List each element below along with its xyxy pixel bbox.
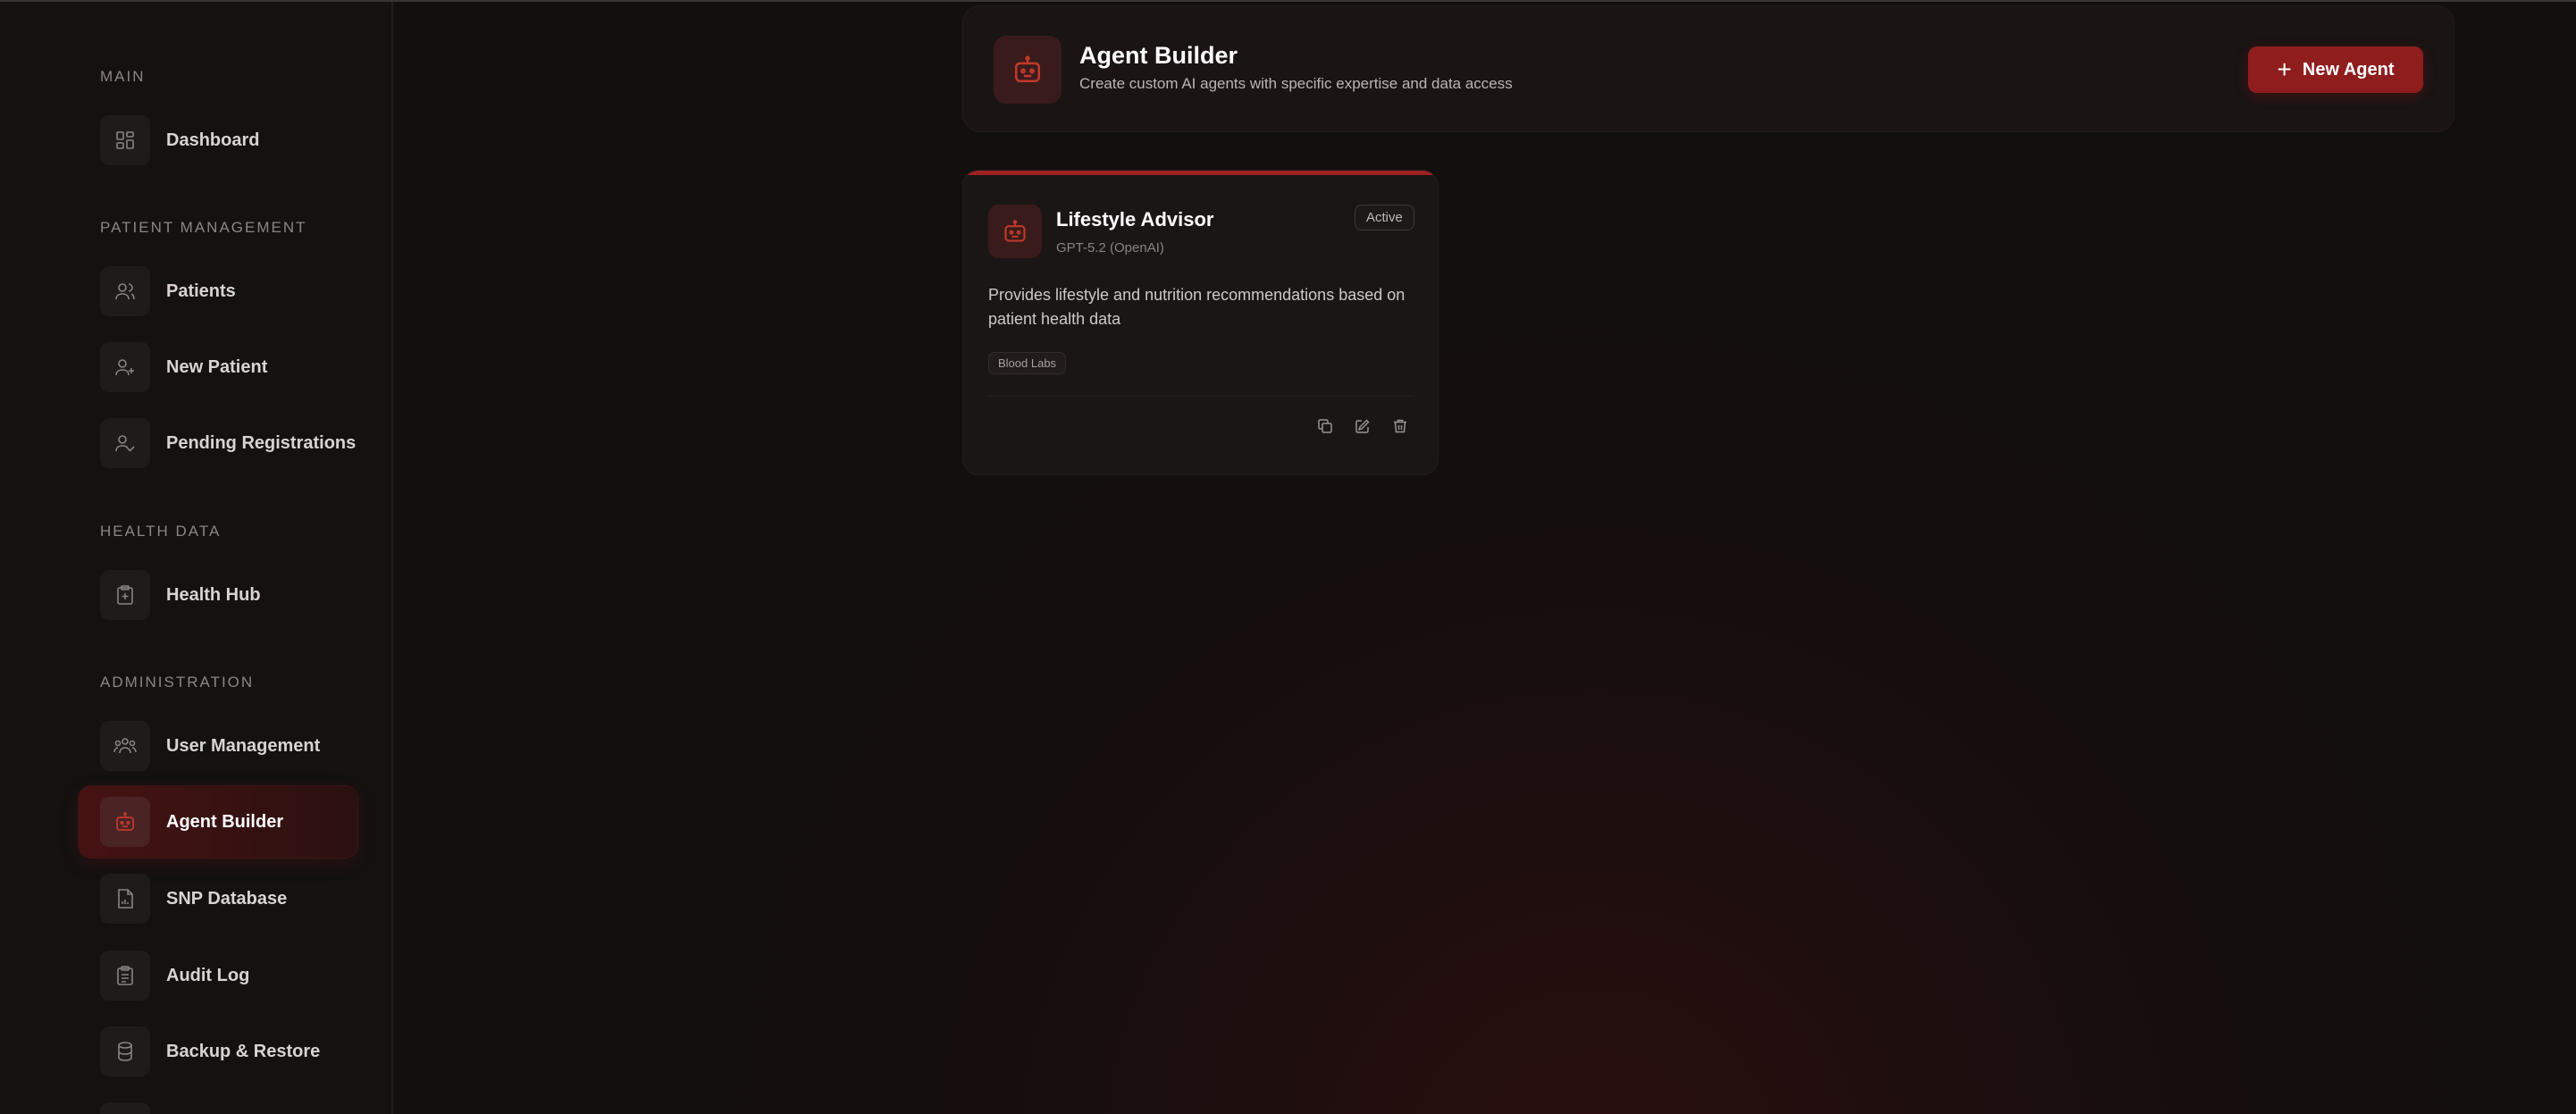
card-divider — [988, 396, 1414, 397]
dashboard-icon — [100, 115, 150, 165]
section-label-patient-management: PATIENT MANAGEMENT — [100, 219, 307, 236]
agent-name: Lifestyle Advisor — [1056, 208, 1214, 230]
user-plus-icon — [100, 342, 150, 392]
sidebar-item-patients[interactable]: Patients — [79, 255, 357, 327]
sidebar-item-label: Audit Log — [166, 965, 250, 985]
sidebar-item-snp-database[interactable]: SNP Database — [79, 863, 357, 934]
copy-icon[interactable] — [1313, 414, 1338, 439]
sidebar-item-label: Dashboard — [166, 130, 260, 150]
sidebar: MAIN Dashboard PATIENT MANAGEMENT Patien… — [0, 2, 393, 1114]
bot-icon — [994, 36, 1061, 104]
sidebar-item-label: Patients — [166, 281, 236, 301]
page-subtitle: Create custom AI agents with specific ex… — [1079, 75, 1513, 92]
plus-icon: + — [2277, 55, 2292, 83]
data-source-tag: Blood Labs — [988, 352, 1067, 374]
sidebar-item-audit-log[interactable]: Audit Log — [79, 940, 357, 1011]
sidebar-item-label: Health Hub — [166, 584, 261, 605]
agent-model: GPT-5.2 (OpenAI) — [1056, 240, 1164, 255]
sidebar-item-user-management[interactable]: User Management — [79, 710, 357, 782]
sidebar-item-new-patient[interactable]: New Patient — [79, 331, 357, 403]
page-title: Agent Builder — [1079, 42, 1238, 69]
file-data-icon — [100, 874, 150, 924]
sidebar-item-agent-builder[interactable]: Agent Builder — [79, 786, 357, 858]
sidebar-item-partial[interactable] — [79, 1092, 357, 1114]
sidebar-item-backup-restore[interactable]: Backup & Restore — [79, 1016, 357, 1087]
sidebar-item-label: Pending Registrations — [166, 432, 357, 453]
user-check-icon — [100, 418, 150, 468]
card-accent-bar — [963, 171, 1438, 175]
clipboard-heart-icon — [100, 570, 150, 620]
new-agent-label: New Agent — [2302, 59, 2395, 80]
sidebar-item-label: User Management — [166, 735, 321, 756]
bot-icon — [988, 205, 1042, 258]
status-badge: Active — [1355, 205, 1414, 230]
section-label-main: MAIN — [100, 68, 146, 85]
agent-card[interactable]: Lifestyle Advisor GPT-5.2 (OpenAI) Activ… — [962, 170, 1439, 475]
sidebar-item-label: New Patient — [166, 356, 268, 377]
sidebar-item-health-hub[interactable]: Health Hub — [79, 559, 357, 631]
sidebar-item-pending-registrations[interactable]: Pending Registrations — [79, 407, 357, 479]
bot-icon — [100, 797, 150, 847]
clipboard-list-icon — [100, 951, 150, 1001]
user-group-icon — [100, 721, 150, 771]
page-header: Agent Builder Create custom AI agents wi… — [962, 5, 2454, 132]
users-icon — [100, 266, 150, 316]
database-icon — [100, 1026, 150, 1076]
section-label-health-data: HEALTH DATA — [100, 523, 222, 540]
sidebar-item-label: Agent Builder — [166, 811, 284, 832]
delete-icon[interactable] — [1388, 414, 1413, 439]
section-label-administration: ADMINISTRATION — [100, 674, 255, 691]
new-agent-button[interactable]: + New Agent — [2248, 46, 2423, 93]
sidebar-item-label: Backup & Restore — [166, 1041, 321, 1061]
edit-icon[interactable] — [1350, 414, 1375, 439]
agent-description: Provides lifestyle and nutrition recomme… — [988, 286, 1405, 328]
sidebar-item-label: SNP Database — [166, 888, 288, 909]
sidebar-item-dashboard[interactable]: Dashboard — [79, 105, 357, 176]
nav-icon-partial — [100, 1102, 150, 1114]
background-glow — [393, 0, 2576, 1114]
